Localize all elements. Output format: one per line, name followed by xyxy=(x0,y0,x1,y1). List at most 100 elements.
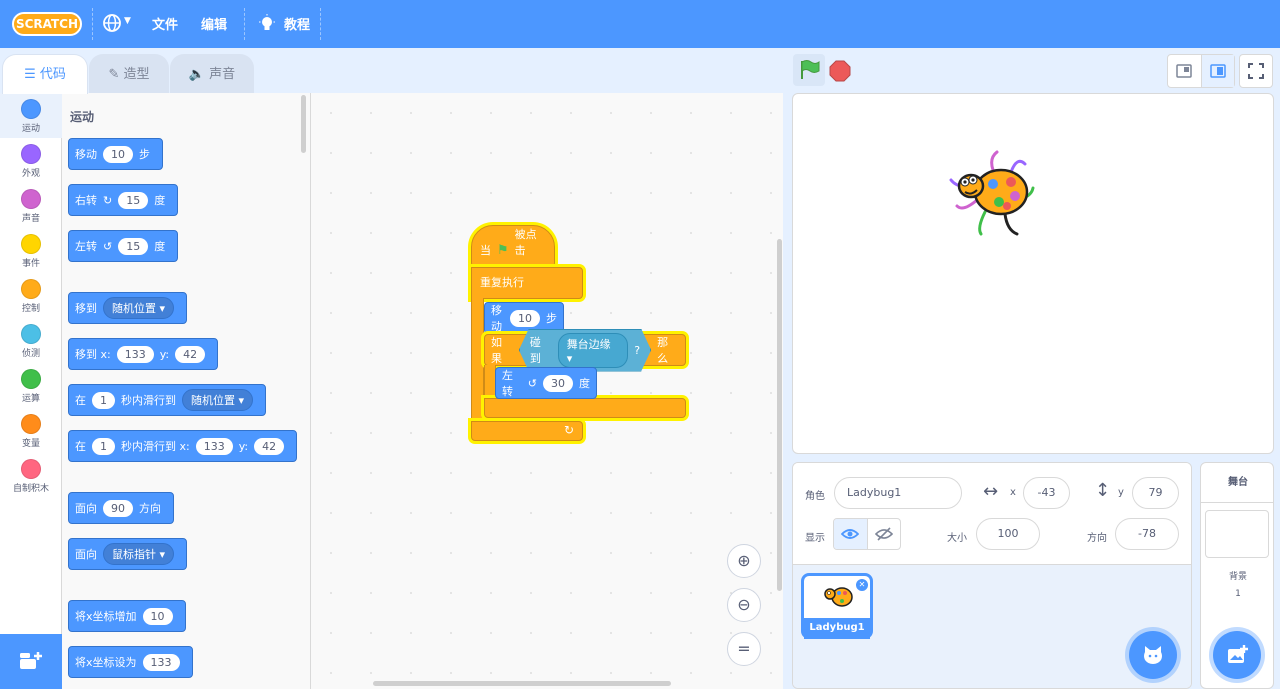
glide-xy-block[interactable]: 在 1 秒内滑行到 x: 133 y: 42 xyxy=(68,430,298,462)
goto-dropdown[interactable]: 随机位置 xyxy=(103,297,175,319)
category-sound[interactable]: 声音 xyxy=(0,183,62,228)
turn-left-block[interactable]: 左转 ↺ 15 度 xyxy=(68,230,179,262)
hide-sprite-button[interactable] xyxy=(868,519,901,549)
degrees-input[interactable]: 15 xyxy=(118,237,149,255)
seconds-input[interactable]: 1 xyxy=(92,391,115,409)
if-then-block[interactable]: 如果 碰到 舞台边缘 ? 那么 xyxy=(484,334,686,366)
x-input[interactable]: 133 xyxy=(116,345,154,363)
glide-dropdown[interactable]: 随机位置 xyxy=(182,389,254,411)
file-menu[interactable]: 文件 xyxy=(152,14,178,33)
zoom-in-button[interactable]: ⊕ xyxy=(727,544,761,578)
block-text: 将x坐标增加 xyxy=(75,610,137,623)
category-motion[interactable]: 运动 xyxy=(0,93,62,138)
glide-block[interactable]: 在 1 秒内滑行到 随机位置 xyxy=(68,384,267,416)
ladybug-sprite[interactable] xyxy=(945,150,1041,240)
category-control[interactable]: 控制 xyxy=(0,273,62,318)
zoom-reset-button[interactable]: = xyxy=(727,632,761,666)
towards-dropdown[interactable]: 鼠标指针 xyxy=(103,543,175,565)
stage-target-pane[interactable]: 舞台 背景 1 xyxy=(1200,462,1274,689)
sprite-info-pane: 角色 Ladybug1 ↔ x -43 ↕ y 79 显示 大小 100 方向 … xyxy=(792,462,1192,689)
workspace-vertical-scrollbar[interactable] xyxy=(777,239,782,591)
block-text: 方向 xyxy=(139,502,161,515)
seconds-input[interactable]: 1 xyxy=(92,437,115,455)
category-sensing[interactable]: 侦测 xyxy=(0,318,62,363)
touching-block[interactable]: 碰到 舞台边缘 ? xyxy=(519,329,651,372)
block-text: 将x坐标设为 xyxy=(75,656,137,669)
change-x-input[interactable]: 10 xyxy=(142,607,173,625)
script-workspace[interactable]: 当 ⚑ 被点击 重复执行 ↻ 移动 10 步 如果 碰到 舞台边缘 ? 那么 xyxy=(311,93,783,689)
y-input[interactable]: 42 xyxy=(175,345,206,363)
block-text: 面向 xyxy=(75,548,97,561)
y-input[interactable]: 42 xyxy=(254,437,285,455)
stage-canvas[interactable] xyxy=(792,93,1274,454)
if-block-bottom xyxy=(484,398,686,418)
tab-code[interactable]: ☰ 代码 xyxy=(2,54,88,94)
stage-pane-title: 舞台 xyxy=(1201,463,1273,503)
direction-input[interactable]: -78 xyxy=(1115,518,1179,550)
delete-sprite-button[interactable]: ✕ xyxy=(855,578,869,592)
events-color-dot xyxy=(21,234,41,254)
sprite-thumbnail-ladybug1[interactable]: Ladybug1 ✕ xyxy=(801,573,873,639)
category-variables[interactable]: 变量 xyxy=(0,408,62,453)
loop-arrow-icon: ↻ xyxy=(563,423,574,437)
palette-scrollbar[interactable] xyxy=(301,95,306,153)
degrees-input[interactable]: 30 xyxy=(543,374,573,392)
choose-backdrop-button[interactable] xyxy=(1213,631,1261,679)
choose-sprite-button[interactable] xyxy=(1129,631,1177,679)
block-text: 面向 xyxy=(75,502,97,515)
x-position-input[interactable]: -43 xyxy=(1023,477,1070,509)
category-operators[interactable]: 运算 xyxy=(0,363,62,408)
block-text: 在 xyxy=(75,440,86,453)
direction-input[interactable]: 90 xyxy=(103,499,133,517)
edit-menu[interactable]: 编辑 xyxy=(201,14,227,33)
x-input[interactable]: 133 xyxy=(195,437,233,455)
steps-input[interactable]: 10 xyxy=(510,309,540,327)
change-x-block[interactable]: 将x坐标增加 10 xyxy=(68,600,186,632)
set-x-block[interactable]: 将x坐标设为 133 xyxy=(68,646,193,678)
stop-button[interactable] xyxy=(829,60,851,82)
goto-xy-block[interactable]: 移到 x: 133 y: 42 xyxy=(68,338,219,370)
backdrop-thumbnail[interactable] xyxy=(1205,510,1269,558)
y-position-input[interactable]: 79 xyxy=(1132,477,1179,509)
add-extension-button[interactable] xyxy=(0,634,62,689)
tutorials-menu[interactable]: 教程 xyxy=(258,13,318,35)
block-text: 在 xyxy=(75,394,86,407)
point-direction-block[interactable]: 面向 90 方向 xyxy=(68,492,174,524)
category-looks[interactable]: 外观 xyxy=(0,138,62,183)
block-text: 秒内滑行到 x: xyxy=(121,440,190,453)
show-sprite-button[interactable] xyxy=(834,519,868,549)
globe-icon xyxy=(103,14,121,32)
forever-block[interactable]: 重复执行 xyxy=(471,267,583,299)
stage-size-toggle xyxy=(1167,54,1235,88)
small-stage-button[interactable] xyxy=(1168,55,1202,87)
set-x-input[interactable]: 133 xyxy=(142,653,180,671)
point-towards-block[interactable]: 面向 鼠标指针 xyxy=(68,538,188,570)
workspace-horizontal-scrollbar[interactable] xyxy=(373,681,671,686)
move-steps-block[interactable]: 移动 10 步 xyxy=(68,138,163,170)
show-label: 显示 xyxy=(805,533,825,544)
steps-input[interactable]: 10 xyxy=(103,145,133,163)
language-menu[interactable]: ▼ xyxy=(102,13,136,35)
caret-down-icon: ▼ xyxy=(124,16,131,26)
touching-dropdown[interactable]: 舞台边缘 xyxy=(558,333,629,368)
scratch-logo[interactable]: SCRATCH xyxy=(12,12,82,36)
fullscreen-button[interactable] xyxy=(1239,54,1273,88)
when-flag-clicked-block[interactable]: 当 ⚑ 被点击 xyxy=(471,225,555,267)
large-stage-button[interactable] xyxy=(1201,55,1234,87)
category-events[interactable]: 事件 xyxy=(0,228,62,273)
add-extension-icon xyxy=(20,652,42,669)
eye-icon xyxy=(841,529,860,539)
sprite-name-input[interactable]: Ladybug1 xyxy=(834,477,962,509)
size-input[interactable]: 100 xyxy=(976,518,1040,550)
turn-right-block[interactable]: 右转 ↻ 15 度 xyxy=(68,184,179,216)
tab-sounds[interactable]: 🔈 声音 xyxy=(170,54,254,94)
zoom-out-button[interactable]: ⊖ xyxy=(727,588,761,622)
tab-sounds-label: 声音 xyxy=(209,67,236,82)
tab-costumes[interactable]: ✎ 造型 xyxy=(89,54,169,94)
turn-left-block[interactable]: 左转 ↺ 30 度 xyxy=(495,367,597,399)
green-flag-button[interactable] xyxy=(793,54,825,86)
block-palette: 运动 移动 10 步 右转 ↻ 15 度 左转 ↺ 15 度 移到随机位置 移到 x: 133 y:… xyxy=(62,93,311,689)
category-my-blocks[interactable]: 自制积木 xyxy=(0,453,62,498)
goto-block[interactable]: 移到 随机位置 xyxy=(68,292,188,324)
degrees-input[interactable]: 15 xyxy=(118,191,149,209)
